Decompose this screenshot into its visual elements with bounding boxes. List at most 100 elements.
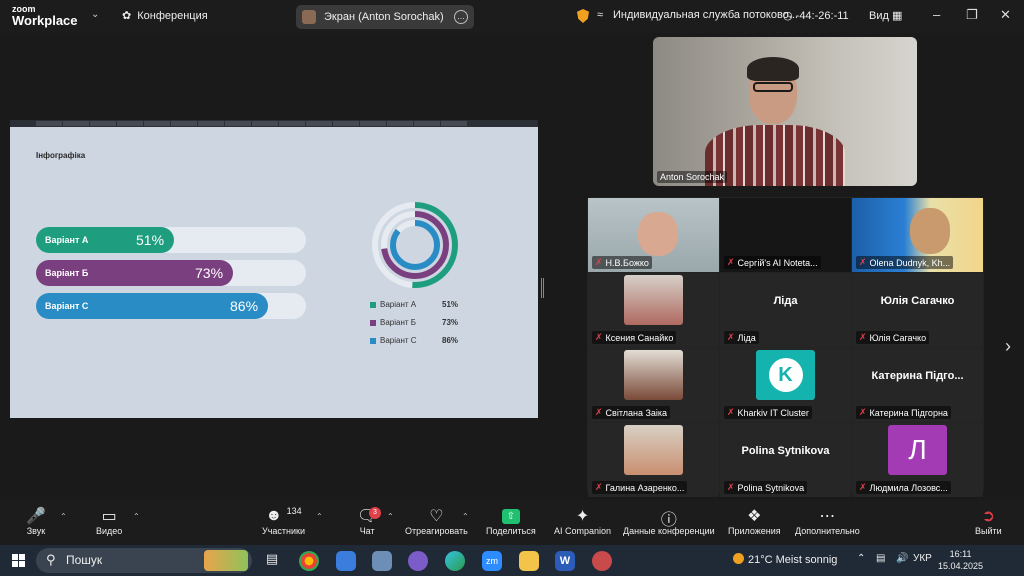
people-icon: ☻	[265, 507, 283, 524]
bar-track: Варіант Б 73%	[36, 260, 306, 286]
legend-item: Варіант С 86%	[370, 336, 458, 345]
participants-button[interactable]: ☻ 134 Участники	[262, 506, 305, 536]
participant-tile[interactable]: ✗ Н.В.Божко	[588, 198, 719, 272]
participant-tile[interactable]: Polina Sytnikova ✗ Polina Sytnikova	[720, 423, 851, 497]
audio-button[interactable]: 🎤 Звук	[26, 506, 46, 536]
participant-tile[interactable]: ✗ Сергій's AI Noteta...	[720, 198, 851, 272]
mic-off-icon: 🎤	[26, 508, 46, 525]
participant-grid: ✗ Н.В.Божко ✗ Сергій's AI Noteta... ✗ Olena…	[587, 197, 984, 497]
participants-count: 134	[286, 506, 302, 516]
participant-tile[interactable]: Ліда ✗ Ліда	[720, 273, 851, 347]
bar-value-label: 73%	[195, 265, 224, 281]
more-options-icon[interactable]: …	[454, 10, 468, 24]
legend-swatch	[370, 337, 376, 344]
keyboard-language[interactable]: УКР	[913, 553, 932, 564]
share-button[interactable]: ⇧ Поделиться	[486, 506, 536, 536]
donut-chart	[372, 202, 458, 288]
view-button[interactable]: Вид ▦	[869, 9, 902, 22]
bar-track: Варіант С 86%	[36, 293, 306, 319]
avatar-letter: Л	[888, 425, 947, 475]
chevron-up-icon[interactable]: ⌃	[316, 512, 323, 521]
mic-off-icon: ✗	[859, 482, 867, 492]
bar-variant-a: Варіант А 51%	[36, 227, 174, 253]
chrome-icon[interactable]	[299, 551, 319, 571]
mic-off-icon: ✗	[859, 257, 867, 267]
paw-icon: ✿	[122, 10, 132, 22]
zoom-icon[interactable]: zm	[482, 551, 502, 571]
participant-tile[interactable]: K ✗ Kharkiv IT Cluster	[720, 348, 851, 422]
weather-widget[interactable]: 21°C Meist sonnig	[733, 553, 837, 566]
conference-info-button[interactable]: ✿ Конференция	[122, 9, 208, 23]
bar-value-label: 51%	[136, 232, 165, 248]
taskbar-clock[interactable]: 16:11 15.04.2025	[938, 548, 983, 572]
mic-off-icon: ✗	[595, 482, 603, 492]
clock-icon: ◷	[783, 10, 796, 22]
ai-companion-button[interactable]: ✦ AI Companion	[554, 506, 611, 536]
chevron-down-icon[interactable]: ⌄	[91, 9, 99, 20]
streaming-service-label[interactable]: Индивидуальная служба потоково...	[613, 9, 798, 21]
chevron-up-icon[interactable]: ⌃	[133, 512, 140, 521]
taskbar-search[interactable]: ⚲ Пошук	[36, 548, 252, 573]
chevron-up-icon[interactable]: ⌃	[60, 512, 67, 521]
participant-tile[interactable]: ✗ Ксения Санайко	[588, 273, 719, 347]
search-highlight-image	[204, 550, 248, 571]
participant-tile[interactable]: Юлія Сагачко ✗ Юлія Сагачко	[852, 273, 983, 347]
edge-icon[interactable]	[445, 551, 465, 571]
meeting-timer: ◷ -44:-26:-11	[783, 10, 849, 22]
legend-swatch	[370, 301, 376, 308]
word-icon[interactable]: W	[555, 551, 575, 571]
maximize-icon[interactable]: ❐	[966, 7, 978, 23]
share-arrow-icon: ⇧	[501, 509, 520, 524]
more-dots-icon: ⋯	[819, 508, 836, 525]
browser-tab-strip	[10, 120, 538, 127]
video-button[interactable]: ▭ Видео	[96, 506, 122, 536]
shield-icon[interactable]	[577, 9, 589, 23]
bar-label: Варіант А	[45, 235, 89, 245]
next-page-arrow-icon[interactable]: ›	[1005, 336, 1011, 357]
mic-off-icon: ✗	[727, 257, 735, 267]
mic-off-icon: ✗	[727, 482, 735, 492]
legend-swatch	[370, 319, 376, 326]
participant-tile[interactable]: ✗ Галина Азаренко...	[588, 423, 719, 497]
participant-tile[interactable]: ✗ Світлана Заіка	[588, 348, 719, 422]
info-icon: ⓘ	[660, 512, 677, 529]
resize-handle[interactable]	[541, 278, 544, 298]
legend-item: Варіант Б 73%	[370, 318, 458, 327]
app-icon[interactable]	[336, 551, 356, 571]
close-icon[interactable]: ✕	[1000, 7, 1011, 23]
apps-button[interactable]: ❖ Приложения	[728, 506, 781, 536]
participant-tile[interactable]: Л ✗ Людмила Лозовс...	[852, 423, 983, 497]
bar-value-label: 86%	[230, 298, 259, 314]
exit-icon: ➲	[981, 508, 996, 525]
bar-variant-c: Варіант С 86%	[36, 293, 268, 319]
shared-screen: Інфографіка Варіант А 51% Варіант Б 73% …	[10, 120, 538, 418]
tray-icon[interactable]: ▤	[876, 553, 885, 564]
speaker-volume-icon[interactable]: 🔊	[896, 553, 908, 564]
mic-off-icon: ✗	[595, 332, 603, 342]
app-icon[interactable]	[592, 551, 612, 571]
file-explorer-icon[interactable]	[519, 551, 539, 571]
bar-label: Варіант С	[45, 301, 89, 311]
meeting-info-button[interactable]: ⓘ Данные конференции	[623, 506, 715, 536]
participant-tile[interactable]: Катерина Підго... ✗ Катерина Підгорна	[852, 348, 983, 422]
chevron-up-icon[interactable]: ⌃	[857, 553, 865, 564]
react-button[interactable]: ♡ Отреагировать	[405, 506, 468, 536]
viber-icon[interactable]	[408, 551, 428, 571]
bar-track: Варіант А 51%	[36, 227, 306, 253]
windows-start-icon[interactable]	[12, 554, 25, 567]
zoom-logo: zoom Workplace	[12, 4, 78, 28]
more-button[interactable]: ⋯ Дополнительно	[795, 506, 860, 536]
mic-off-icon: ✗	[859, 332, 867, 342]
avatar	[624, 275, 683, 325]
active-speaker-video[interactable]: Anton Sorochak	[653, 37, 917, 186]
task-view-icon[interactable]: ▤	[262, 551, 282, 571]
chevron-up-icon[interactable]: ⌃	[387, 512, 394, 521]
leave-button[interactable]: ➲ Выйти	[975, 506, 1002, 536]
screen-share-indicator[interactable]: Экран (Anton Sorochak) …	[296, 5, 474, 29]
chevron-up-icon[interactable]: ⌃	[462, 512, 469, 521]
bar-variant-b: Варіант Б 73%	[36, 260, 233, 286]
minimize-icon[interactable]: –	[933, 7, 940, 22]
paint-icon[interactable]	[372, 551, 392, 571]
participant-tile[interactable]: ✗ Olena Dudnyk, Kh...	[852, 198, 983, 272]
bar-label: Варіант Б	[45, 268, 89, 278]
